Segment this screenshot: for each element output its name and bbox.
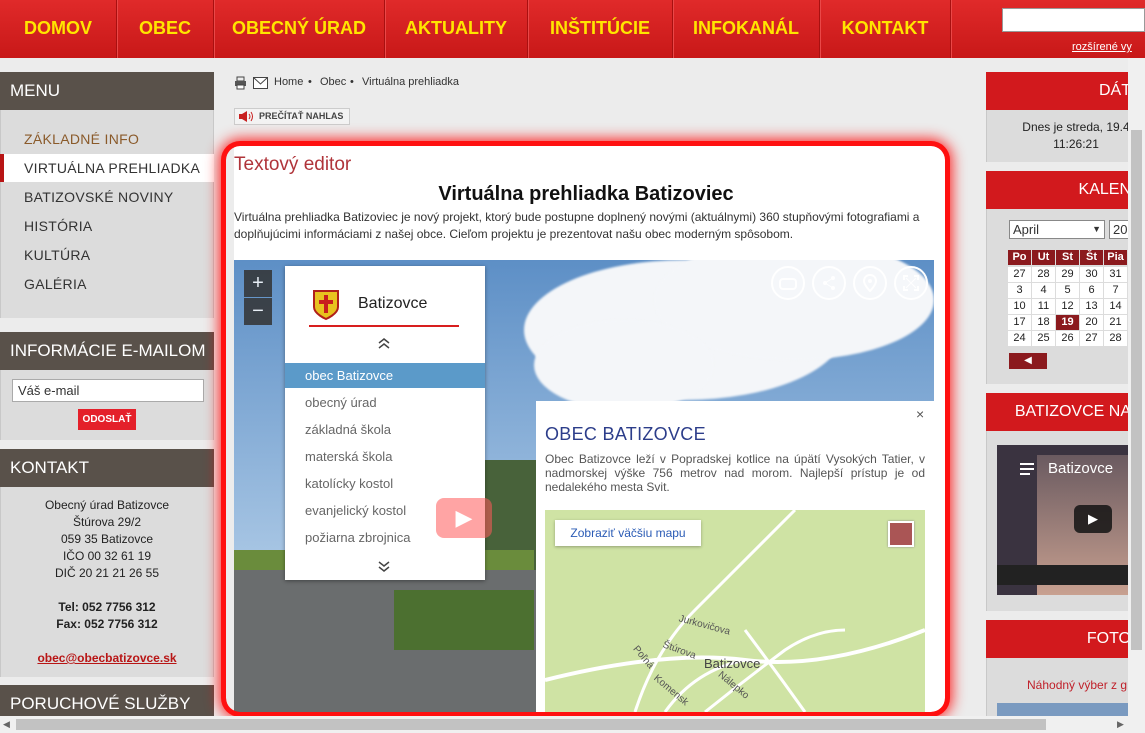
horizontal-scrollbar-thumb[interactable]	[16, 719, 1046, 730]
calendar-day[interactable]: 11	[1032, 299, 1055, 314]
month-select[interactable]: April ▼	[1009, 220, 1105, 239]
calendar-day[interactable]: 12	[1056, 299, 1079, 314]
menu-item-historia[interactable]: HISTÓRIA	[24, 218, 93, 234]
scroll-right-arrow-icon[interactable]: ▶	[1117, 719, 1124, 730]
calendar-day-today[interactable]: 19	[1056, 315, 1079, 330]
breadcrumb-current: Virtuálna prehliadka	[362, 76, 460, 88]
calendar-day[interactable]: 28	[1032, 267, 1055, 282]
top-navigation: DOMOV OBEC OBECNÝ ÚRAD AKTUALITY INŠTITÚ…	[0, 0, 1145, 58]
contact-email-link[interactable]: obec@obecbatizovce.sk	[0, 651, 214, 665]
menu-item-galeria[interactable]: GALÉRIA	[24, 276, 87, 292]
video-title: Batizovce	[1048, 460, 1114, 477]
random-gallery-text: Náhodný výber z g	[1027, 678, 1128, 692]
calendar-day[interactable]: 17	[1008, 315, 1031, 330]
calendar-day[interactable]: 18	[1032, 315, 1055, 330]
nav-obecny-urad[interactable]: OBECNÝ ÚRAD	[214, 0, 384, 58]
calendar-day[interactable]: 10	[1008, 299, 1031, 314]
menu-header: MENU	[0, 72, 214, 110]
menu-item-kultura[interactable]: KULTÚRA	[24, 247, 90, 263]
calendar-weekday: Št	[1080, 250, 1103, 265]
calendar-weekday: Ut	[1032, 250, 1055, 265]
video-header: BATIZOVCE NA	[986, 393, 1145, 431]
breadcrumb-separator: •	[308, 76, 312, 88]
calendar-day[interactable]: 27	[1080, 331, 1103, 346]
nav-kontakt[interactable]: KONTAKT	[820, 0, 950, 58]
calendar-day[interactable]: 7	[1104, 283, 1127, 298]
calendar-weekday: Pia	[1104, 250, 1127, 265]
menu-item-virtualna-prehliadka[interactable]: VIRTUÁLNA PREHLIADKA	[24, 160, 200, 176]
breadcrumb-home[interactable]: Home	[274, 76, 303, 88]
contact-name: Obecný úrad Batizovce	[44, 498, 170, 512]
nav-institucie[interactable]: INŠTITÚCIE	[528, 0, 672, 58]
email-input[interactable]: Váš e-mail	[12, 379, 204, 402]
menu-item-batizovske-noviny[interactable]: BATIZOVSKÉ NOVINY	[24, 189, 174, 205]
contact-ico: IČO 00 32 61 19	[62, 549, 152, 563]
calendar-day[interactable]: 20	[1080, 315, 1103, 330]
scroll-left-arrow-icon[interactable]: ◀	[3, 719, 10, 730]
contact-city: 059 35 Batizovce	[60, 532, 154, 546]
calendar-day[interactable]: 4	[1032, 283, 1055, 298]
read-aloud-label: PREČÍTAŤ NAHLAS	[259, 111, 344, 121]
calendar-day[interactable]: 31	[1104, 267, 1127, 282]
calendar-day[interactable]: 3	[1008, 283, 1031, 298]
calendar-weekday: Po	[1008, 250, 1031, 265]
play-icon[interactable]: ▶	[1074, 505, 1112, 533]
calendar-day[interactable]: 30	[1080, 267, 1103, 282]
speaker-icon	[239, 111, 253, 122]
calendar-day[interactable]: 21	[1104, 315, 1127, 330]
contact-tel: Tel: 052 7756 312	[58, 600, 156, 614]
calendar-day[interactable]: 14	[1104, 299, 1127, 314]
nav-aktuality[interactable]: AKTUALITY	[385, 0, 527, 58]
calendar-header: KALEN	[986, 171, 1145, 209]
gallery-photo[interactable]	[997, 703, 1128, 716]
calendar-day[interactable]: 27	[1008, 267, 1031, 282]
calendar-day[interactable]: 24	[1008, 331, 1031, 346]
playlist-icon	[1020, 463, 1034, 475]
send-button[interactable]: ODOSLAŤ	[78, 409, 136, 430]
calendar-day[interactable]: 13	[1080, 299, 1103, 314]
search-input[interactable]	[1002, 8, 1145, 32]
highlight-frame	[226, 146, 945, 712]
date-text: Dnes je streda, 19.4	[1022, 120, 1130, 134]
calendar-day[interactable]: 29	[1056, 267, 1079, 282]
month-select-value: April	[1013, 222, 1040, 237]
calendar-day[interactable]: 28	[1104, 331, 1127, 346]
mail-icon[interactable]	[253, 77, 268, 89]
breadcrumb-separator: •	[350, 76, 354, 88]
breadcrumb-obec[interactable]: Obec	[320, 76, 346, 88]
calendar-day[interactable]: 5	[1056, 283, 1079, 298]
calendar-day[interactable]: 25	[1032, 331, 1055, 346]
read-aloud-button[interactable]: PREČÍTAŤ NAHLAS	[234, 108, 350, 125]
chevron-down-icon: ▼	[1092, 224, 1101, 234]
calendar-day[interactable]: 6	[1080, 283, 1103, 298]
contact-header: KONTAKT	[0, 449, 214, 487]
date-header: DÁT	[986, 72, 1145, 110]
nav-obec[interactable]: OBEC	[117, 0, 213, 58]
print-icon[interactable]	[234, 76, 247, 90]
nav-infokanal[interactable]: INFOKANÁL	[673, 0, 819, 58]
calendar-prev-button[interactable]: ◀	[1009, 353, 1047, 369]
menu-item-zakladne-info[interactable]: ZÁKLADNÉ INFO	[24, 131, 139, 147]
photo-header: FOTO	[986, 620, 1145, 658]
calendar-day[interactable]: 26	[1056, 331, 1079, 346]
contact-fax: Fax: 052 7756 312	[56, 617, 158, 631]
email-info-header: INFORMÁCIE E-MAILOM	[0, 332, 214, 370]
advanced-search-link[interactable]: rozšírené vy	[1072, 41, 1132, 53]
vertical-scrollbar-thumb[interactable]	[1131, 130, 1142, 650]
date-body	[986, 110, 1145, 162]
video-caption-bar	[997, 565, 1145, 585]
nav-separator	[950, 0, 951, 58]
contact-dic: DIČ 20 21 21 26 55	[54, 566, 160, 580]
nav-domov[interactable]: DOMOV	[0, 0, 116, 58]
time-text: 11:26:21	[1053, 137, 1099, 151]
contact-street: Štúrova 29/2	[72, 515, 142, 529]
calendar-weekday: St	[1056, 250, 1079, 265]
